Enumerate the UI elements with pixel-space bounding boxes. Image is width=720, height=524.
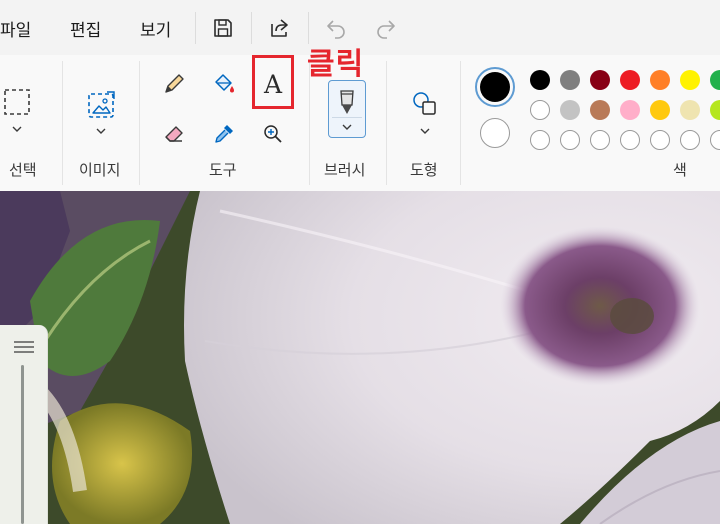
color-swatch[interactable] [560, 100, 580, 120]
brush-divider [332, 117, 362, 118]
color-swatch[interactable] [560, 130, 580, 150]
shapes-button[interactable] [407, 85, 443, 139]
color-swatch[interactable] [650, 70, 670, 90]
brush-size-panel[interactable] [0, 325, 48, 524]
color-swatch[interactable] [530, 70, 550, 90]
selection-button[interactable] [0, 81, 34, 139]
group-label-brush: 브러시 [324, 161, 366, 179]
secondary-color-selector[interactable] [480, 118, 510, 148]
group-divider [386, 61, 387, 185]
color-swatch[interactable] [590, 130, 610, 150]
color-picker-icon [215, 125, 233, 143]
save-icon[interactable] [210, 15, 236, 41]
color-swatch[interactable] [530, 130, 550, 150]
chevron-down-icon [420, 128, 430, 134]
redo-icon[interactable] [372, 15, 398, 41]
image-resize-icon [88, 91, 115, 118]
primary-color-selector[interactable] [475, 67, 515, 107]
chevron-down-icon [342, 124, 352, 130]
color-swatch[interactable] [650, 100, 670, 120]
color-swatch[interactable] [650, 130, 670, 150]
group-divider [139, 61, 140, 185]
undo-icon[interactable] [324, 15, 350, 41]
eraser-tool[interactable] [157, 117, 191, 151]
fill-bucket-icon [215, 74, 234, 93]
color-swatch[interactable] [680, 130, 700, 150]
color-picker-tool[interactable] [207, 117, 241, 151]
pencil-icon [165, 74, 184, 93]
color-swatch[interactable] [680, 70, 700, 90]
color-swatch[interactable] [590, 100, 610, 120]
group-label-colors: 색 [673, 161, 687, 179]
stroke-width-icon [14, 341, 34, 353]
flower-photo [0, 191, 720, 524]
color-swatch[interactable] [530, 100, 550, 120]
group-label-tools: 도구 [209, 161, 237, 179]
primary-color-swatch [480, 72, 510, 102]
menu-divider [251, 12, 252, 44]
group-divider [62, 61, 63, 185]
magnifier-tool[interactable] [256, 117, 290, 151]
image-button[interactable] [83, 85, 119, 139]
pencil-tool[interactable] [157, 67, 191, 101]
color-swatch[interactable] [590, 70, 610, 90]
shapes-icon [413, 92, 436, 115]
color-swatch[interactable] [560, 70, 580, 90]
color-swatch[interactable] [620, 70, 640, 90]
color-swatch[interactable] [680, 100, 700, 120]
menu-divider [195, 12, 196, 44]
color-swatch[interactable] [620, 130, 640, 150]
color-swatch[interactable] [620, 100, 640, 120]
click-annotation: 클릭 [307, 47, 365, 82]
rectangle-select-icon [4, 89, 30, 115]
chevron-down-icon [12, 126, 22, 132]
menu-view[interactable]: 보기 [140, 16, 171, 41]
menu-file[interactable]: 파일 [0, 16, 31, 41]
brush-button[interactable] [328, 80, 366, 138]
magnifier-icon [264, 125, 282, 143]
text-tool-highlight [252, 55, 294, 109]
brush-size-slider[interactable] [21, 365, 24, 524]
menu-edit[interactable]: 편집 [70, 16, 101, 41]
color-swatch[interactable] [710, 100, 720, 120]
color-swatch[interactable] [710, 70, 720, 90]
group-divider [460, 61, 461, 185]
fill-tool[interactable] [207, 67, 241, 101]
chevron-down-icon [96, 128, 106, 134]
group-label-image: 이미지 [79, 161, 121, 179]
share-icon[interactable] [267, 15, 293, 41]
eraser-icon [165, 126, 183, 142]
brush-icon [340, 90, 354, 114]
group-label-select: 선택 [9, 161, 37, 179]
drawing-canvas[interactable] [0, 191, 720, 524]
color-swatch[interactable] [710, 130, 720, 150]
group-label-shapes: 도형 [410, 161, 438, 179]
